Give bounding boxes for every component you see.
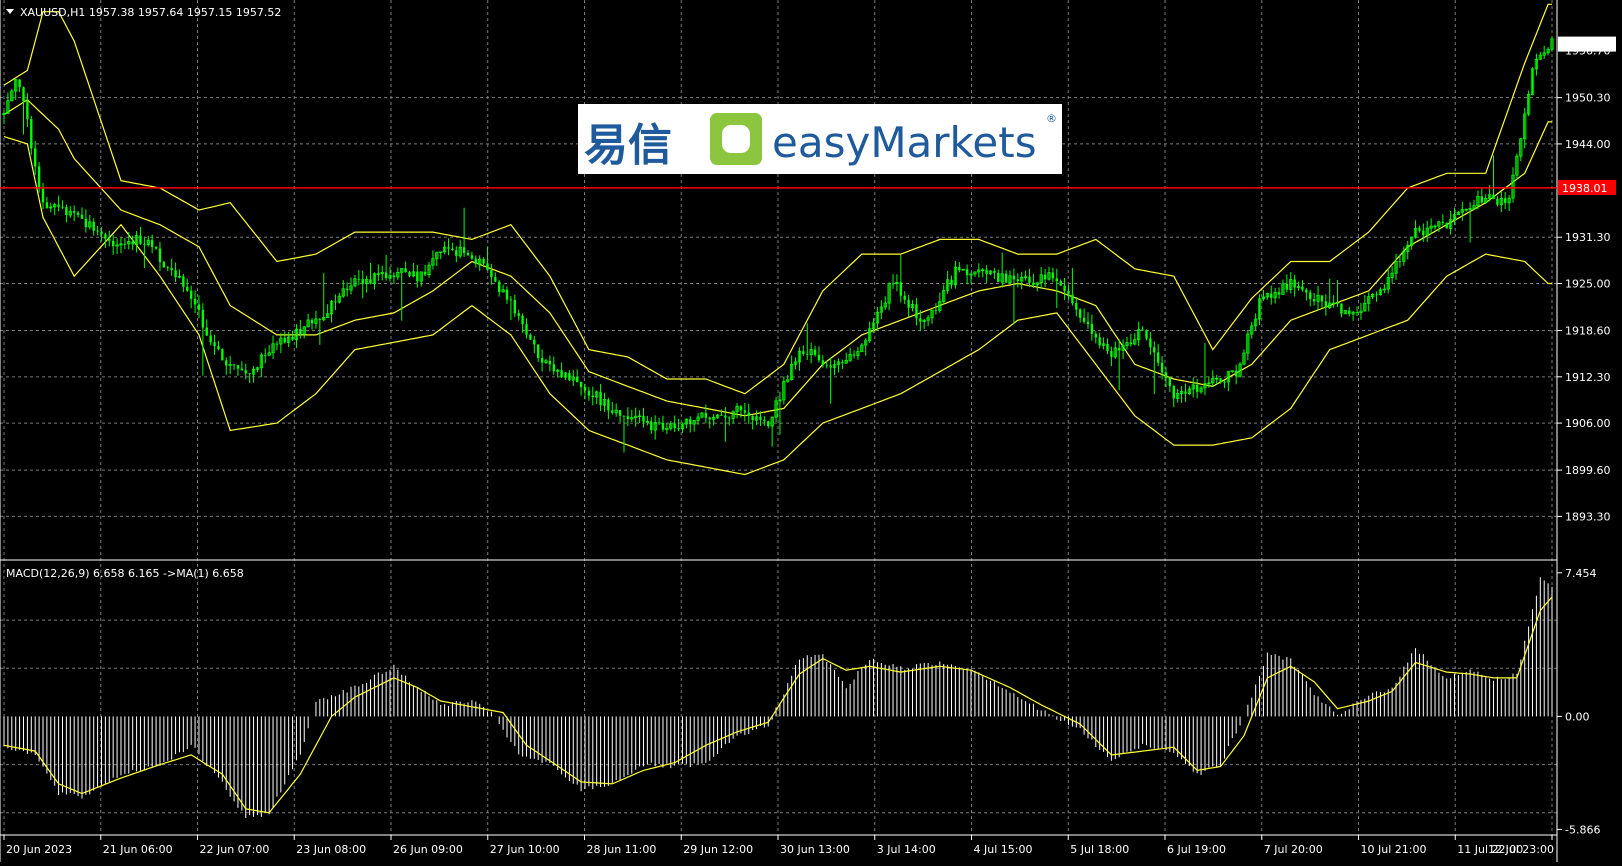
price-tick-label: 1950.30 bbox=[1565, 92, 1611, 105]
candle bbox=[221, 348, 224, 361]
time-tick-label: 5 Jul 18:00 bbox=[1070, 843, 1129, 856]
time-tick-label: 7 Jul 20:00 bbox=[1264, 843, 1323, 856]
registered-mark: ® bbox=[1046, 112, 1057, 125]
macd-tick-label: 0.00 bbox=[1565, 710, 1590, 723]
price-tick-label: 1918.60 bbox=[1565, 325, 1611, 338]
price-tick-label: 1912.30 bbox=[1565, 371, 1611, 384]
time-tick-label: 23 Jun 08:00 bbox=[296, 843, 366, 856]
time-tick-label: 28 Jun 11:00 bbox=[587, 843, 657, 856]
logo-brand-text: easyMarkets bbox=[772, 118, 1037, 167]
logo-chinese-text: 易信 bbox=[584, 120, 672, 171]
macd-tick-label: -5.866 bbox=[1565, 823, 1600, 836]
current-price-label: 1957.52 bbox=[1562, 39, 1608, 52]
level-price-label: 1938.01 bbox=[1562, 182, 1608, 195]
candle bbox=[1343, 310, 1347, 315]
time-tick-label: 6 Jul 19:00 bbox=[1167, 843, 1226, 856]
candle bbox=[1238, 362, 1242, 378]
time-tick-label: 30 Jun 13:00 bbox=[780, 843, 850, 856]
candle bbox=[1530, 67, 1535, 96]
symbol-info: XAUUSD,H1 1957.38 1957.64 1957.15 1957.5… bbox=[20, 6, 281, 19]
time-tick-label: 12 Jul 23:00 bbox=[1488, 843, 1554, 856]
time-tick-label: 22 Jun 07:00 bbox=[200, 843, 270, 856]
candle bbox=[961, 268, 965, 271]
price-tick-label: 1899.60 bbox=[1565, 464, 1611, 477]
time-tick-label: 26 Jun 09:00 bbox=[393, 843, 463, 856]
price-tick-label: 1925.00 bbox=[1565, 278, 1611, 291]
price-tick-label: 1893.30 bbox=[1565, 510, 1611, 523]
candle bbox=[1445, 222, 1448, 229]
rounded-square-logo-icon bbox=[710, 113, 762, 165]
macd-label: MACD(12,26,9) 6.658 6.165 ->MA(1) 6.658 bbox=[6, 567, 244, 580]
candle bbox=[1527, 90, 1531, 117]
time-tick-label: 20 Jun 2023 bbox=[6, 843, 72, 856]
time-tick-label: 10 Jul 21:00 bbox=[1361, 843, 1427, 856]
price-tick-label: 1931.30 bbox=[1565, 231, 1611, 244]
trading-chart[interactable]: 1950.30 1944.00 1931.30 1925.00 1918.60 1912.… bbox=[0, 0, 1622, 862]
price-tick-label: 1906.00 bbox=[1565, 417, 1611, 430]
macd-tick-label: 7.454 bbox=[1565, 567, 1597, 580]
easymarkets-logo: 易信 easyMarkets ® bbox=[578, 104, 1062, 174]
time-tick-label: 29 Jun 12:00 bbox=[683, 843, 753, 856]
candle bbox=[700, 412, 704, 419]
candle bbox=[10, 89, 14, 102]
time-tick-label: 21 Jun 06:00 bbox=[103, 843, 173, 856]
time-tick-label: 4 Jul 15:00 bbox=[974, 843, 1033, 856]
time-tick-label: 27 Jun 10:00 bbox=[490, 843, 560, 856]
time-tick-label: 3 Jul 14:00 bbox=[877, 843, 936, 856]
candle bbox=[1550, 36, 1554, 52]
price-tick-label: 1944.00 bbox=[1565, 138, 1611, 151]
chart-svg: 1950.30 1944.00 1931.30 1925.00 1918.60 1912.… bbox=[0, 0, 1622, 862]
